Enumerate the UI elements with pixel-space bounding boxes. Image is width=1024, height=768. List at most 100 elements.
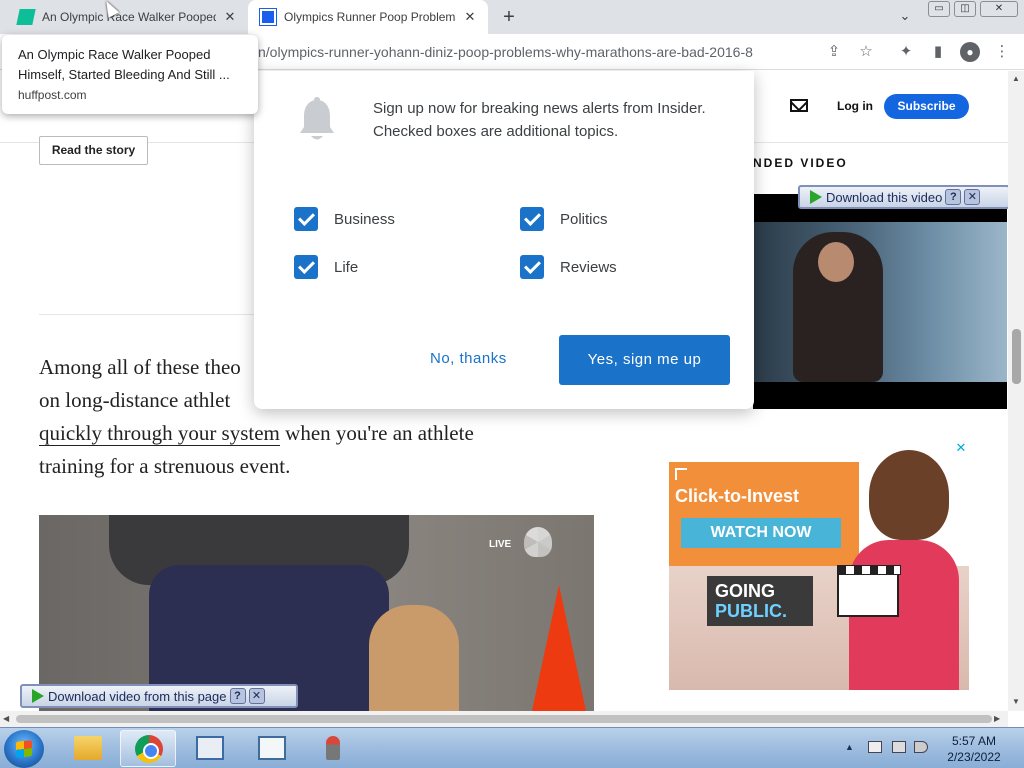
help-icon[interactable]: ?: [229, 688, 246, 704]
live-label: LIVE: [489, 539, 512, 550]
show-hidden-icons-icon[interactable]: ▲: [845, 742, 854, 752]
video-frame: [753, 222, 1007, 382]
scroll-down-arrow-icon[interactable]: ▼: [1012, 697, 1020, 706]
bookmark-star-icon[interactable]: ☆: [856, 42, 876, 62]
taskbar-file-explorer[interactable]: [60, 730, 116, 767]
popover-message: Sign up now for breaking news alerts fro…: [373, 100, 706, 140]
help-icon[interactable]: ?: [945, 189, 962, 205]
advertisement[interactable]: Click-to-Invest WATCH NOW GOING PUBLIC. …: [669, 440, 969, 690]
scroll-left-arrow-icon[interactable]: ◀: [3, 714, 9, 723]
topic-label: Life: [334, 258, 359, 276]
taskbar-chrome[interactable]: [120, 730, 176, 767]
scroll-right-arrow-icon[interactable]: ▶: [994, 714, 1000, 723]
address-bar[interactable]: n/olympics-runner-yohann-diniz-poop-prob…: [258, 44, 753, 60]
checkbox-checked-icon[interactable]: [520, 255, 544, 279]
joystick-icon: [326, 736, 340, 760]
download-label[interactable]: Download this video: [826, 190, 942, 205]
checkbox-checked-icon[interactable]: [520, 207, 544, 231]
share-icon[interactable]: ⇪: [824, 42, 844, 62]
ad-close-icon[interactable]: ✕: [953, 440, 969, 456]
scroll-up-arrow-icon[interactable]: ▲: [1012, 74, 1020, 83]
horizontal-scroll-thumb[interactable]: [16, 715, 992, 723]
tab-hover-card: An Olympic Race Walker Pooped Himself, S…: [2, 35, 258, 114]
mail-icon[interactable]: [790, 99, 808, 112]
traffic-cone: [529, 585, 589, 711]
download-video-from-page-bar[interactable]: Download video from this page ? ✕: [20, 684, 298, 708]
close-icon[interactable]: ✕: [964, 189, 981, 205]
play-icon: [32, 689, 44, 703]
topic-label: Politics: [560, 210, 608, 228]
article-link[interactable]: quickly through your system: [39, 421, 280, 446]
clock-date: 2/23/2022: [947, 750, 1001, 764]
tab-insider[interactable]: Olympics Runner Poop Problems Why Marath…: [248, 0, 488, 34]
app-window-icon: [196, 736, 224, 760]
nbc-peacock-icon: [524, 527, 552, 557]
yes-sign-me-up-button[interactable]: Yes, sign me up: [559, 335, 730, 385]
tab-close-icon[interactable]: ✕: [462, 9, 478, 25]
checkbox-checked-icon[interactable]: [294, 255, 318, 279]
network-icon[interactable]: [892, 741, 906, 753]
ad-going-public-logo: GOING PUBLIC.: [707, 576, 813, 626]
vertical-scrollbar[interactable]: ▲ ▼: [1008, 71, 1024, 711]
ad-going-text: GOING: [715, 581, 776, 601]
side-panel-icon[interactable]: ▮: [928, 42, 948, 62]
tab-close-icon[interactable]: ✕: [222, 9, 238, 25]
download-label[interactable]: Download video from this page: [48, 689, 227, 704]
start-button[interactable]: [4, 730, 44, 768]
topic-label: Business: [334, 210, 395, 228]
tab-title: Olympics Runner Poop Problems Why Marath…: [284, 10, 456, 24]
extensions-puzzle-icon[interactable]: ✦: [896, 42, 916, 62]
topic-business[interactable]: Business: [294, 207, 395, 231]
topic-politics[interactable]: Politics: [520, 207, 608, 231]
new-tab-button[interactable]: +: [498, 6, 520, 28]
close-icon[interactable]: ✕: [248, 688, 265, 704]
article-image: LIVE: [39, 515, 594, 711]
tab-title: An Olympic Race Walker Pooped Himself, S…: [42, 10, 216, 24]
bell-icon: [300, 97, 334, 140]
no-thanks-button[interactable]: No, thanks: [430, 350, 507, 367]
ad-public-text: PUBLIC.: [715, 601, 787, 621]
read-story-button[interactable]: Read the story: [39, 136, 148, 165]
taskbar-app-window[interactable]: [244, 730, 300, 767]
runner-leg: [369, 605, 459, 711]
ad-watch-now-button[interactable]: WATCH NOW: [681, 518, 841, 548]
maximize-button[interactable]: ◫: [954, 1, 976, 17]
minimize-button[interactable]: ▭: [928, 1, 950, 17]
browser-menu-icon[interactable]: ⋮: [992, 42, 1012, 62]
insider-favicon-icon: [259, 8, 277, 26]
vertical-scroll-thumb[interactable]: [1012, 329, 1021, 384]
checkbox-checked-icon[interactable]: [294, 207, 318, 231]
system-clock[interactable]: 5:57 AM 2/23/2022: [940, 733, 1008, 765]
ad-orange-panel: Click-to-Invest WATCH NOW: [669, 462, 859, 566]
horizontal-scrollbar[interactable]: ◀ ▶: [0, 711, 1008, 727]
news-alerts-popover: Sign up now for breaking news alerts fro…: [254, 71, 754, 409]
recommended-video-heading: NDED VIDEO: [753, 156, 848, 170]
clapperboard-icon: [837, 565, 901, 617]
tab-huffpost[interactable]: An Olympic Race Walker Pooped Himself, S…: [0, 0, 248, 34]
play-icon: [810, 190, 822, 204]
volume-icon[interactable]: [914, 741, 928, 753]
topic-reviews[interactable]: Reviews: [520, 255, 617, 279]
subscribe-button[interactable]: Subscribe: [884, 94, 969, 119]
windows-taskbar: ▲ 5:57 AM 2/23/2022: [0, 727, 1024, 768]
profile-avatar-icon[interactable]: ●: [960, 42, 980, 62]
chrome-icon: [135, 735, 163, 763]
tab-search-icon[interactable]: ⌄: [896, 8, 914, 26]
hover-card-domain: huffpost.com: [18, 88, 87, 102]
ad-headline: Click-to-Invest: [675, 486, 800, 506]
paragraph-line: quickly through your system when you're …: [39, 417, 599, 450]
close-window-button[interactable]: ✕: [980, 1, 1018, 17]
tab-strip: An Olympic Race Walker Pooped Himself, S…: [0, 0, 1024, 34]
huffpost-favicon-icon: [16, 9, 36, 25]
folder-icon: [74, 736, 102, 760]
recommended-video-player[interactable]: [753, 194, 1007, 409]
app-window-icon: [258, 736, 286, 760]
login-link[interactable]: Log in: [837, 99, 873, 113]
ad-corner-mark: [675, 468, 687, 480]
topic-life[interactable]: Life: [294, 255, 358, 279]
download-this-video-bar[interactable]: Download this video ? ✕: [798, 185, 1008, 209]
action-center-flag-icon[interactable]: [868, 741, 882, 753]
ad-person-head: [869, 450, 949, 540]
taskbar-app-window[interactable]: [182, 730, 238, 767]
taskbar-game[interactable]: [306, 730, 362, 767]
